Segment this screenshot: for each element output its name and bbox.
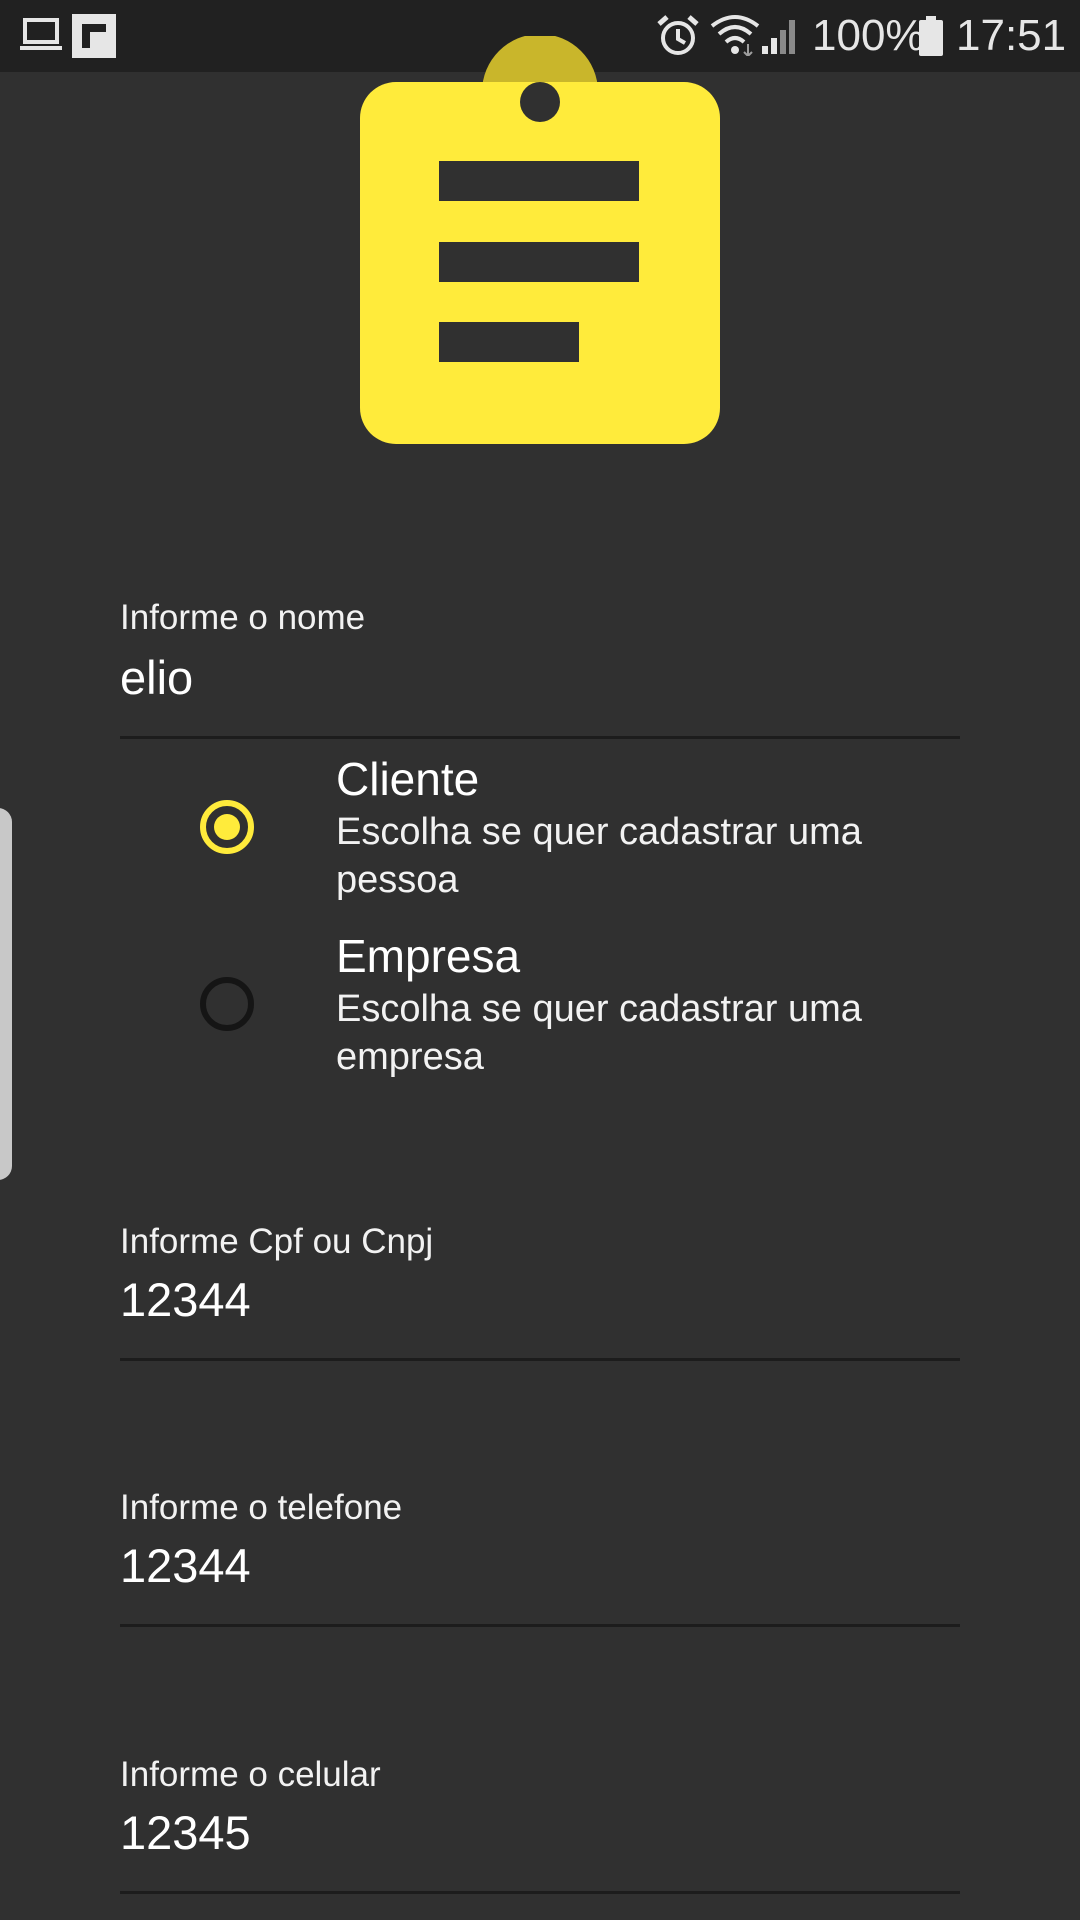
radio-cliente-title: Cliente xyxy=(336,753,480,805)
signal-icon xyxy=(762,20,795,54)
celular-field[interactable]: Informe o celular 12345 xyxy=(120,1745,960,1895)
flipboard-icon xyxy=(72,14,116,58)
documento-label: Informe Cpf ou Cnpj xyxy=(120,1222,434,1261)
documento-underline xyxy=(120,1358,960,1361)
telefone-input[interactable]: 12344 xyxy=(120,1538,251,1593)
edge-panel-handle[interactable] xyxy=(0,808,12,1180)
clock: 17:51 xyxy=(956,11,1067,60)
clipboard-icon xyxy=(360,36,720,444)
nome-label: Informe o nome xyxy=(120,598,366,637)
telefone-underline xyxy=(120,1624,960,1627)
laptop-icon xyxy=(20,18,62,50)
telefone-label: Informe o telefone xyxy=(120,1488,403,1527)
documento-field[interactable]: Informe Cpf ou Cnpj 12344 xyxy=(120,1212,960,1362)
battery-icon xyxy=(919,16,943,56)
documento-input[interactable]: 12344 xyxy=(120,1272,251,1327)
celular-label: Informe o celular xyxy=(120,1755,381,1794)
celular-underline xyxy=(120,1891,960,1894)
battery-percentage: 100% xyxy=(812,11,925,60)
radio-empresa-title: Empresa xyxy=(336,930,521,982)
nome-field[interactable]: Informe o nome elio xyxy=(120,590,960,740)
radio-empresa-button[interactable] xyxy=(200,977,254,1031)
telefone-field[interactable]: Informe o telefone 12344 xyxy=(120,1478,960,1628)
radio-cliente-description: Escolha se quer cadastrar uma pessoa xyxy=(336,811,862,901)
nome-underline xyxy=(120,736,960,739)
radio-cliente-button[interactable] xyxy=(200,800,254,854)
radio-cliente[interactable]: Cliente Escolha se quer cadastrar uma pe… xyxy=(180,752,940,912)
radio-empresa-description: Escolha se quer cadastrar uma empresa xyxy=(336,988,862,1078)
nome-input[interactable]: elio xyxy=(120,650,193,705)
radio-empresa[interactable]: Empresa Escolha se quer cadastrar uma em… xyxy=(180,929,940,1089)
celular-input[interactable]: 12345 xyxy=(120,1805,251,1860)
